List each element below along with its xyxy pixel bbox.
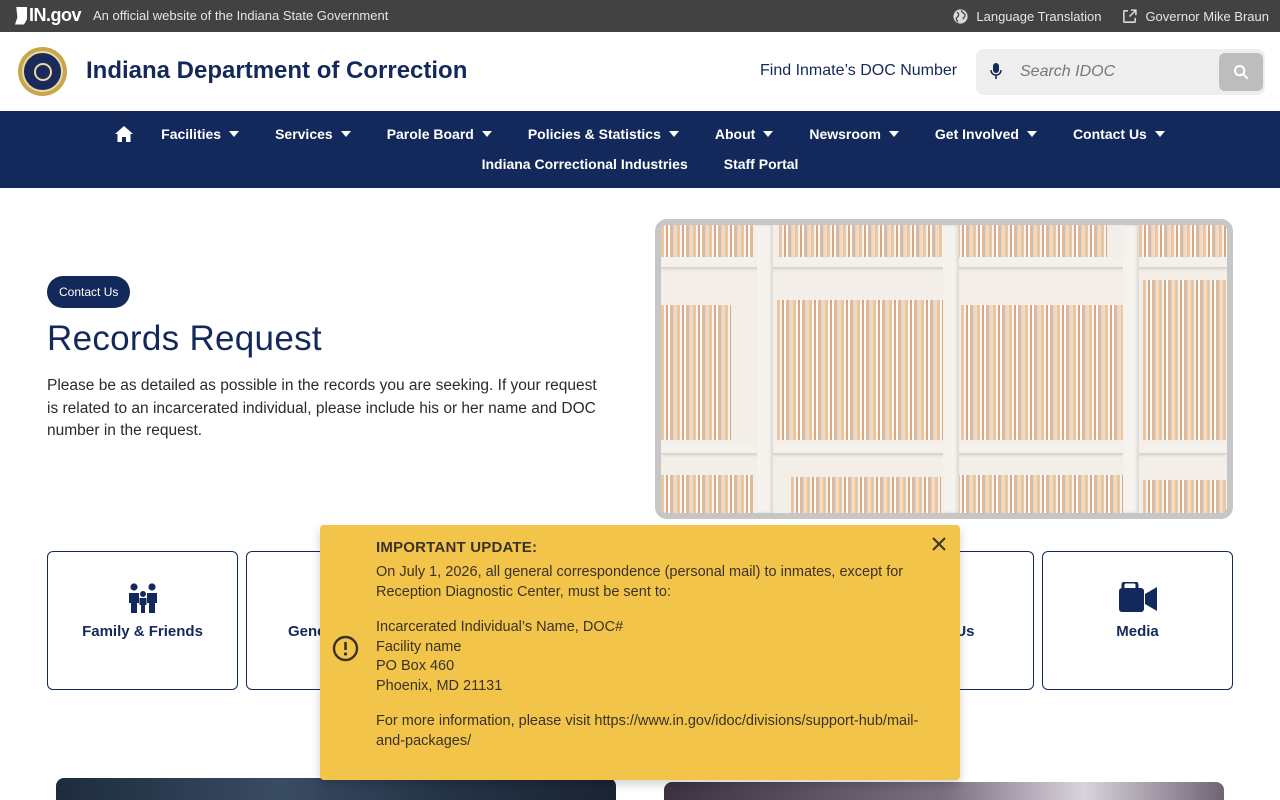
page-description: Please be as detailed as possible in the… <box>47 377 597 439</box>
governor-label: Governor Mike Braun <box>1145 8 1269 24</box>
close-icon[interactable] <box>930 535 948 553</box>
card-media[interactable]: Media <box>1042 551 1233 690</box>
nav-about-label: About <box>714 126 756 142</box>
caret-down-icon <box>229 131 240 137</box>
gov-bar: IN.gov An official website of the Indian… <box>0 0 1280 32</box>
gov-bar-links: Language Translation Governor Mike Braun <box>952 0 1280 32</box>
address-line: Phoenix, MD 21131 <box>376 677 503 694</box>
files <box>777 300 947 440</box>
microphone-icon[interactable] <box>990 63 1002 80</box>
governor-link[interactable]: Governor Mike Braun <box>1121 8 1269 25</box>
nav-about[interactable]: About <box>714 126 774 142</box>
files <box>791 477 941 513</box>
caret-down-icon <box>763 131 774 137</box>
caret-down-icon <box>1026 131 1037 137</box>
address-line: Facility name <box>376 638 462 655</box>
language-translation-link[interactable]: Language Translation <box>952 8 1101 25</box>
card-family-friends-label: Family & Friends <box>82 623 203 640</box>
search-input[interactable] <box>1020 57 1210 87</box>
nav-get-involved[interactable]: Get Involved <box>935 126 1037 142</box>
nav-row-2: Indiana Correctional Industries Staff Po… <box>0 153 1280 175</box>
nav-services-label: Services <box>275 126 333 142</box>
exclamation-circle-icon <box>332 635 359 662</box>
nav-staff-portal[interactable]: Staff Portal <box>724 156 799 172</box>
gov-tagline: An official website of the Indiana State… <box>93 8 389 23</box>
alert-address: Incarcerated Individual’s Name, DOC# Fac… <box>376 618 921 696</box>
nav-newsroom-label: Newsroom <box>809 126 881 142</box>
card-family-friends[interactable]: Family & Friends <box>47 551 238 690</box>
card-media-label: Media <box>1116 623 1159 640</box>
nav-facilities[interactable]: Facilities <box>161 126 240 142</box>
nav-home[interactable] <box>115 126 134 142</box>
in-gov-logo[interactable]: IN.gov <box>15 5 82 26</box>
nav-policies-label: Policies & Statistics <box>527 126 661 142</box>
alert-intro: On July 1, 2026, all general corresponde… <box>376 564 904 600</box>
caret-down-icon <box>1154 131 1165 137</box>
records-shelf-image <box>655 219 1233 519</box>
search-icon <box>1234 65 1249 80</box>
nav-parole-board-label: Parole Board <box>386 126 474 142</box>
nav-contact-us[interactable]: Contact Us <box>1073 126 1165 142</box>
find-inmate-link[interactable]: Find Inmate’s DOC Number <box>760 62 957 80</box>
site-header: Indiana Department of Correction Find In… <box>0 32 1280 111</box>
nav-facilities-label: Facilities <box>161 126 222 142</box>
bottom-image-right[interactable] <box>664 782 1224 800</box>
nav-policies-statistics[interactable]: Policies & Statistics <box>528 126 679 142</box>
nav-newsroom[interactable]: Newsroom <box>809 126 899 142</box>
alert-body: On July 1, 2026, all general corresponde… <box>376 563 921 751</box>
files <box>779 225 944 257</box>
shelf-divider <box>1123 225 1139 513</box>
globe-icon <box>953 8 968 24</box>
nav-correctional-industries[interactable]: Indiana Correctional Industries <box>482 156 688 172</box>
idoc-seal-logo[interactable] <box>18 47 67 96</box>
site-title[interactable]: Indiana Department of Correction <box>86 57 467 85</box>
search-box <box>976 49 1265 95</box>
files <box>957 475 1127 513</box>
main-nav: Facilities Services Parole Board Policie… <box>0 111 1280 188</box>
shelf-divider <box>943 225 959 513</box>
address-line: PO Box 460 <box>376 658 455 674</box>
alert-title: IMPORTANT UPDATE: <box>376 539 538 556</box>
seal-inner <box>22 51 63 92</box>
in-gov-logo-text: IN.gov <box>29 5 82 25</box>
external-link-icon <box>1123 8 1138 23</box>
caret-down-icon <box>340 131 351 137</box>
nav-parole-board[interactable]: Parole Board <box>387 126 492 142</box>
nav-row-1: Facilities Services Parole Board Policie… <box>0 123 1280 145</box>
search-button[interactable] <box>1219 53 1263 91</box>
files <box>1143 280 1227 440</box>
shelf-divider <box>757 225 773 513</box>
contact-us-chip[interactable]: Contact Us <box>47 276 131 308</box>
address-line: Incarcerated Individual’s Name, DOC# <box>376 619 624 635</box>
bottom-image-left[interactable] <box>56 778 616 800</box>
video-camera-icon <box>1118 582 1157 612</box>
language-translation-label: Language Translation <box>976 8 1102 24</box>
family-icon <box>128 583 157 613</box>
important-update-alert: IMPORTANT UPDATE: On July 1, 2026, all g… <box>320 525 960 780</box>
nav-services[interactable]: Services <box>275 126 351 142</box>
indiana-state-icon <box>15 6 27 25</box>
nav-contact-us-label: Contact Us <box>1072 126 1147 142</box>
files <box>957 225 1107 257</box>
files <box>661 475 753 513</box>
caret-down-icon <box>668 131 679 137</box>
alert-more-info[interactable]: For more information, please visit https… <box>376 712 921 751</box>
files <box>661 305 731 440</box>
files <box>961 305 1126 440</box>
caret-down-icon <box>481 131 492 137</box>
files <box>661 225 753 257</box>
files <box>1139 225 1227 257</box>
files <box>1143 480 1227 513</box>
caret-down-icon <box>888 131 899 137</box>
page-title: Records Request <box>47 319 322 358</box>
seal-core <box>33 62 52 81</box>
home-icon <box>115 126 134 142</box>
nav-get-involved-label: Get Involved <box>934 126 1019 142</box>
